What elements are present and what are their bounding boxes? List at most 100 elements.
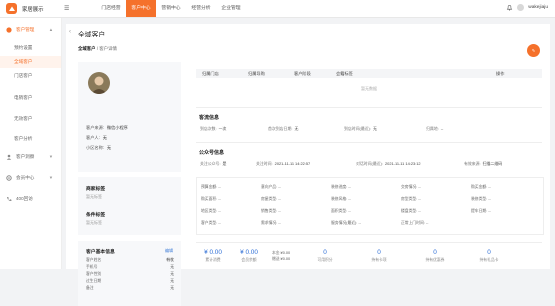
- stat-value: 0: [487, 249, 491, 256]
- visit-info-title: 客流信息: [199, 115, 220, 121]
- stat-value: 0: [433, 249, 437, 256]
- edit-link[interactable]: 编辑: [165, 248, 173, 254]
- stat-label: 可用积分: [317, 258, 333, 262]
- table-empty-text: 暂无数据: [361, 86, 377, 91]
- attr-cell: 服务情况(最近): --: [331, 221, 361, 225]
- user-avatar[interactable]: [517, 4, 525, 11]
- valid-source: 有效来源: 扫描二维码: [464, 161, 503, 166]
- attr-cell: 意向产品: --: [261, 185, 281, 189]
- stat-total-spend[interactable]: ¥ 0.00 累计消费: [196, 249, 230, 263]
- top-nav-store[interactable]: 门店经营: [96, 0, 126, 17]
- merchant-tags-title: 商家标签: [86, 187, 106, 192]
- sidebar-item-label: 电销客户: [14, 95, 33, 100]
- sidebar-item-invalid-customers[interactable]: 无效客户: [0, 113, 61, 125]
- info-row: 客户姓名 韩枕: [86, 258, 174, 262]
- col-member-tag: 会籍标签: [336, 71, 353, 76]
- user-name[interactable]: wakejiaju: [528, 5, 548, 10]
- chevron-down-icon: ▼: [48, 154, 53, 159]
- phone-icon: [7, 197, 12, 202]
- stat-label: 持有卡项: [371, 258, 387, 262]
- sidebar-group-member-center[interactable]: 会员中心 ▼: [0, 172, 61, 184]
- user-group-icon: [6, 27, 12, 33]
- store-table-header: 归属门店 归属导购 客户阶段 会籍标签 操作: [196, 69, 542, 78]
- stat-value: 0: [323, 249, 327, 256]
- merchant-tags-empty: 暂无标签: [86, 194, 102, 199]
- breadcrumb: 全域客户 / 客户详情: [78, 46, 117, 52]
- sidebar-group-customer-management[interactable]: 客户管理 ▲: [0, 24, 61, 36]
- sidebar-item-phone-customers[interactable]: 电销客户: [0, 92, 61, 104]
- top-nav: 门店经营 客户中心 营销中心 经营分析 企业管理: [96, 0, 246, 17]
- breadcrumb-root[interactable]: 全域客户: [78, 46, 96, 51]
- info-row: 手机号无: [86, 265, 174, 269]
- top-nav-enterprise[interactable]: 企业管理: [216, 0, 246, 17]
- back-icon[interactable]: ‹: [69, 29, 71, 35]
- sidebar-group-label: 会员中心: [16, 175, 35, 180]
- attr-cell: 提车日期: --: [471, 209, 491, 213]
- last-chat-time: 对话时间(最近): 2021-11-11 14:23:12: [356, 161, 421, 166]
- breadcrumb-separator: /: [96, 46, 99, 51]
- belong-area: 归属地: --: [426, 126, 444, 131]
- bell-icon[interactable]: [506, 4, 513, 11]
- stat-value: ¥ 0.00: [240, 249, 258, 256]
- attr-cell: 交房情况: --: [401, 185, 421, 189]
- stat-cards[interactable]: 0 持有卡项: [362, 249, 396, 263]
- menu-toggle-icon[interactable]: ☰: [64, 5, 69, 12]
- attr-cell: 销售类型: --: [261, 209, 281, 213]
- profile-community: 小区名称: 无: [86, 145, 112, 150]
- basic-info-title: 客户基本信息: [86, 250, 115, 255]
- condition-tags-title: 条件标签: [86, 213, 106, 218]
- breadcrumb-current: 客户详情: [99, 46, 117, 51]
- sidebar-item-appointment[interactable]: 预约设置: [0, 42, 61, 54]
- stat-coupons[interactable]: 0 持有优惠券: [418, 249, 452, 263]
- follow-time: 关注时间: 2021-11-11 14:22:57: [256, 161, 311, 166]
- customer-avatar: [88, 72, 110, 94]
- sidebar-item-label: 无效客户: [14, 116, 33, 121]
- attr-cell: 装修类型: --: [471, 197, 491, 201]
- attr-cell: 地区类型: --: [201, 209, 221, 213]
- stat-label: 持有优惠券: [425, 258, 445, 262]
- sidebar: 客户管理 ▲ 预约设置 全域客户 门店客户 电销客户 无效客户 客户分析 客户洞…: [0, 18, 62, 269]
- top-bar: 家居展示 ☰ 门店经营 客户中心 营销中心 经营分析 企业管理 wakejiaj…: [0, 0, 555, 18]
- customer-detail-card: 全域客户 / 客户详情 ✎ 客户来源: 微信小程序 客户人: 无 小区名称: 无 商家…: [66, 37, 550, 306]
- top-nav-customer-center[interactable]: 客户中心: [126, 0, 156, 17]
- top-nav-analysis[interactable]: 经营分析: [186, 0, 216, 17]
- stat-gift-cards[interactable]: 0 持有礼品卡: [472, 249, 506, 263]
- stat-label: 会员余额: [241, 258, 257, 262]
- sidebar-group-label: 客户洞察: [16, 154, 35, 159]
- action-button[interactable]: ✎: [527, 44, 540, 57]
- attr-cell: 房型类型: --: [401, 197, 421, 201]
- visit-count: 到店次数: 一次: [200, 126, 227, 131]
- profile-panel: 客户来源: 微信小程序 客户人: 无 小区名称: 无: [78, 62, 181, 172]
- attr-cell: 房屋类型: --: [261, 197, 281, 201]
- condition-tags-empty: 暂无标签: [86, 220, 102, 225]
- stat-label: 累计消费: [205, 258, 221, 262]
- person-icon: [6, 154, 12, 160]
- profile-source: 客户来源: 微信小程序: [86, 125, 128, 130]
- member-stats: ¥ 0.00 累计消费 ¥ 0.00 会员余额 本金:¥0.00 赠送:¥0.0…: [196, 242, 542, 269]
- app-logo-icon: [6, 3, 17, 14]
- stat-label: 持有礼品卡: [479, 258, 499, 262]
- sidebar-item-label: 400回访: [16, 196, 33, 201]
- attr-cell: 购买金额: --: [471, 185, 491, 189]
- sidebar-group-label: 客户管理: [16, 27, 35, 32]
- sidebar-group-customer-insight[interactable]: 客户洞察 ▼: [0, 151, 61, 163]
- top-nav-marketing[interactable]: 营销中心: [156, 0, 186, 17]
- stat-balance[interactable]: ¥ 0.00 会员余额: [232, 249, 266, 263]
- attr-cell: 楼盘类型: --: [401, 209, 421, 213]
- stat-points[interactable]: 0 可用积分: [308, 249, 342, 263]
- info-row: 过生日期无: [86, 279, 174, 283]
- sidebar-item-label: 客户分析: [14, 136, 33, 141]
- sidebar-item-store-customers[interactable]: 门店客户: [0, 70, 61, 82]
- info-row: 客户性别无: [86, 272, 174, 276]
- sidebar-item-label: 门店客户: [14, 73, 33, 78]
- chevron-up-icon: ▲: [48, 27, 53, 32]
- sidebar-item-400-callback[interactable]: 400回访: [0, 193, 61, 205]
- sidebar-item-all-customers[interactable]: 全域客户: [0, 56, 61, 68]
- col-action: 操作: [496, 71, 505, 76]
- balance-breakdown: 本金:¥0.00 赠送:¥0.00: [272, 251, 291, 261]
- attr-cell: 装修进度: --: [331, 185, 351, 189]
- sidebar-item-label: 全域客户: [14, 59, 33, 64]
- attr-cell: 客户类型: --: [201, 221, 221, 225]
- customer-attributes-grid: 预算金额: -- 意向产品: -- 装修进度: -- 交房情况: -- 购买金额…: [196, 177, 544, 235]
- sidebar-item-customer-analysis[interactable]: 客户分析: [0, 133, 61, 145]
